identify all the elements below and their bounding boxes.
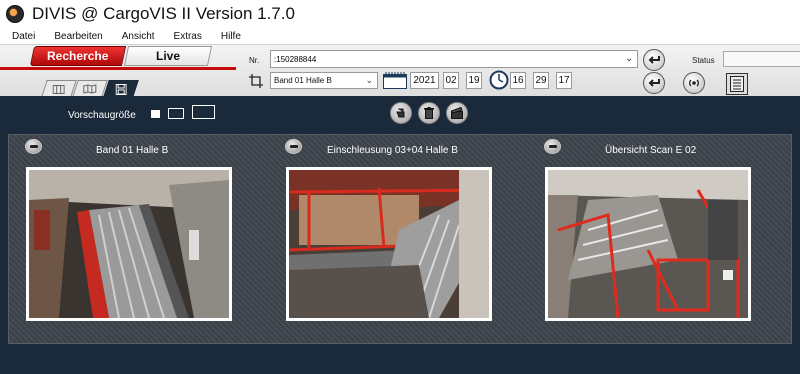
tab-live-label: Live	[155, 49, 180, 63]
view-tabs	[41, 80, 139, 97]
preview-size-small-button[interactable]	[151, 110, 160, 118]
broadcast-button[interactable]	[683, 72, 705, 94]
main-area: Vorschaugröße Band 01 Halle B Einschleus…	[0, 96, 800, 374]
crop-icon[interactable]	[249, 74, 263, 88]
calendar-icon[interactable]	[383, 72, 407, 89]
hand-icon	[396, 108, 405, 118]
broadcast-icon	[689, 79, 699, 87]
collapse-camera-1-button[interactable]	[25, 139, 42, 154]
camera-2-image	[289, 170, 489, 318]
preview-size-large-button[interactable]	[192, 105, 215, 119]
toolbar: Recherche Live Nr. ⌄ Band 01 Halle B ⌄ 2…	[0, 44, 800, 97]
camera-select-value: Band 01 Halle B	[274, 76, 332, 85]
tab-map-view[interactable]	[72, 80, 108, 97]
camera-select[interactable]: Band 01 Halle B ⌄	[270, 72, 378, 89]
document-stack-icon	[730, 76, 744, 92]
collapse-camera-3-button[interactable]	[544, 139, 561, 154]
camera-2-title: Einschleusung 03+04 Halle B	[327, 145, 458, 156]
clock-icon[interactable]	[489, 70, 509, 90]
chevron-down-icon[interactable]: ⌄	[625, 53, 633, 64]
camera-3-image	[548, 170, 748, 318]
camera-3-preview[interactable]	[545, 167, 751, 321]
enter-datetime-button[interactable]	[643, 72, 665, 94]
nr-label: Nr.	[249, 56, 260, 65]
tab-live[interactable]: Live	[123, 46, 213, 66]
month-field[interactable]: 02	[443, 72, 459, 89]
hour-field[interactable]: 16	[510, 72, 526, 89]
enter-arrow-icon	[648, 79, 660, 87]
tab-save-view[interactable]	[103, 80, 139, 97]
status-label: Status	[692, 56, 715, 65]
tab-grid-view[interactable]	[41, 80, 77, 97]
collapse-camera-2-button[interactable]	[285, 139, 302, 154]
camera-1-preview[interactable]	[26, 167, 232, 321]
camera-2-preview[interactable]	[286, 167, 492, 321]
delete-button[interactable]	[418, 102, 440, 124]
camera-3-title: Übersicht Scan E 02	[605, 145, 697, 156]
minute-field[interactable]: 29	[533, 72, 549, 89]
status-field	[723, 51, 800, 67]
menu-hilfe[interactable]: Hilfe	[221, 31, 241, 42]
hand-button[interactable]	[390, 102, 412, 124]
clapperboard-icon	[451, 107, 463, 119]
camera-grid: Band 01 Halle B Einschleusung 03+04 Hall…	[8, 134, 792, 344]
menu-datei[interactable]: Datei	[12, 31, 35, 42]
clapper-button[interactable]	[446, 102, 468, 124]
enter-search-button[interactable]	[643, 49, 665, 71]
mode-tabs: Recherche Live	[29, 46, 213, 66]
tab-recherche[interactable]: Recherche	[29, 46, 127, 66]
menu-ansicht[interactable]: Ansicht	[122, 31, 155, 42]
preview-size-label: Vorschaugröße	[68, 110, 136, 121]
menu-bearbeiten[interactable]: Bearbeiten	[54, 31, 102, 42]
menu-bar: Datei Bearbeiten Ansicht Extras Hilfe	[0, 28, 800, 44]
trash-icon	[424, 107, 434, 119]
app-logo-icon	[6, 5, 24, 23]
menu-extras[interactable]: Extras	[174, 31, 202, 42]
nr-input[interactable]	[270, 50, 638, 68]
tab-underline	[0, 67, 236, 70]
year-field[interactable]: 2021	[410, 72, 439, 89]
second-field[interactable]: 17	[556, 72, 572, 89]
enter-arrow-icon	[648, 56, 660, 64]
map-icon	[83, 84, 97, 94]
export-button[interactable]	[726, 73, 748, 95]
title-bar: DIVIS @ CargoVIS II Version 1.7.0	[0, 0, 800, 28]
save-icon	[115, 83, 127, 95]
camera-1-title: Band 01 Halle B	[96, 145, 169, 156]
camera-1-image	[29, 170, 229, 318]
preview-size-medium-button[interactable]	[168, 108, 184, 119]
grid-view-icon	[52, 84, 65, 94]
window-title: DIVIS @ CargoVIS II Version 1.7.0	[32, 4, 295, 23]
tab-recherche-label: Recherche	[47, 49, 109, 63]
day-field[interactable]: 19	[466, 72, 482, 89]
chevron-down-icon: ⌄	[365, 75, 373, 85]
